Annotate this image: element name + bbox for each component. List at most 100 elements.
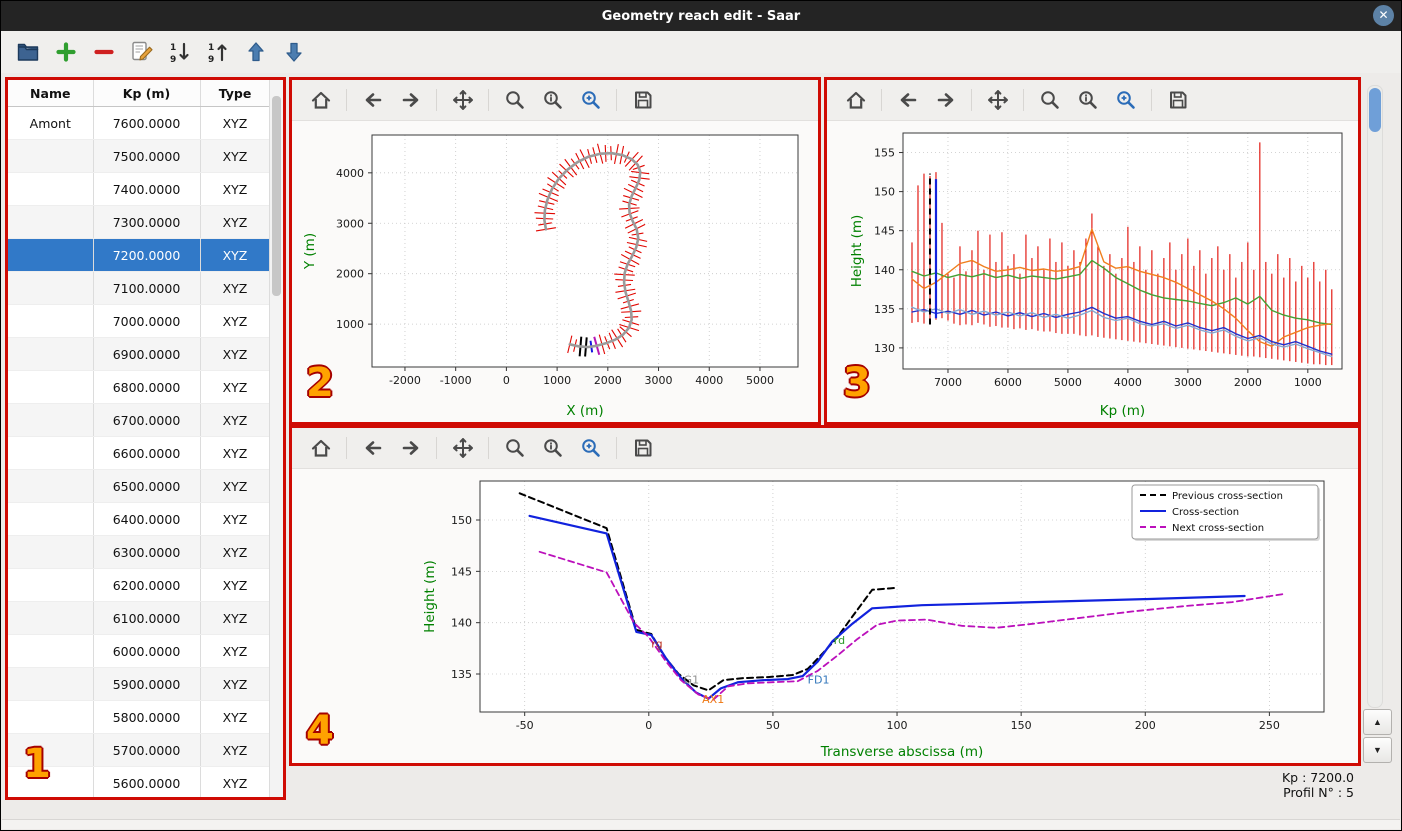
cell-kp[interactable]: 6100.0000 [93, 601, 201, 635]
plot-save-button[interactable] [630, 88, 655, 113]
plot-zoom-info-button[interactable] [540, 88, 565, 113]
table-row[interactable]: 6700.0000 XYZ [8, 403, 271, 437]
move-down-button[interactable] [280, 39, 307, 66]
cell-name[interactable] [8, 601, 94, 635]
cell-kp[interactable]: 6700.0000 [93, 403, 201, 437]
cell-kp[interactable]: 6500.0000 [93, 469, 201, 503]
table-row[interactable]: Amont 7600.0000 XYZ [8, 106, 271, 140]
cell-type[interactable]: XYZ [200, 403, 271, 437]
cell-kp[interactable]: 6600.0000 [93, 436, 201, 470]
table-row[interactable]: 6900.0000 XYZ [8, 337, 271, 371]
cell-name[interactable] [8, 568, 94, 602]
sort-descending-button[interactable]: 1 9 [204, 39, 231, 66]
plot-save-button[interactable] [1165, 88, 1190, 113]
table-row[interactable]: 7500.0000 XYZ [8, 139, 271, 173]
cell-type[interactable]: XYZ [200, 469, 271, 503]
edit-button[interactable] [128, 39, 155, 66]
long-profile-plot[interactable]: 7000 6000 5000 4000 3000 2000 1000 130 135 140 145… [827, 121, 1358, 423]
cell-name[interactable]: Amont [8, 106, 94, 140]
plot-home-button[interactable] [308, 88, 333, 113]
plot-zoom-rect-button[interactable] [578, 88, 603, 113]
cell-kp[interactable]: 6000.0000 [93, 634, 201, 668]
cell-kp[interactable]: 5600.0000 [93, 766, 201, 797]
cell-kp[interactable]: 7500.0000 [93, 139, 201, 173]
plot-back-button[interactable] [360, 88, 385, 113]
table-row[interactable]: 5500.0000XYZ [8, 800, 270, 801]
plot-pan-button[interactable] [450, 436, 475, 461]
cell-type[interactable]: XYZ [200, 766, 271, 797]
cell-type[interactable]: XYZ [200, 800, 270, 801]
cell-kp[interactable]: 6800.0000 [93, 370, 201, 404]
window-scrollbar-thumb[interactable] [1369, 88, 1381, 132]
cell-kp[interactable]: 5900.0000 [93, 667, 201, 701]
cell-kp[interactable]: 6900.0000 [93, 337, 201, 371]
cell-type[interactable]: XYZ [200, 106, 271, 140]
cell-name[interactable] [8, 469, 94, 503]
table-row[interactable]: 6600.0000 XYZ [8, 436, 271, 470]
cell-kp[interactable]: 7600.0000 [93, 106, 201, 140]
cell-name[interactable] [8, 634, 94, 668]
cell-type[interactable]: XYZ [200, 370, 271, 404]
table-scrollbar[interactable] [269, 80, 283, 797]
cell-name[interactable] [8, 139, 94, 173]
plot-forward-button[interactable] [398, 436, 423, 461]
cell-name[interactable] [8, 502, 94, 536]
cell-name[interactable] [8, 304, 94, 338]
cell-kp[interactable]: 7300.0000 [93, 205, 201, 239]
cell-kp[interactable]: 6300.0000 [93, 535, 201, 569]
cell-kp[interactable]: 6400.0000 [93, 502, 201, 536]
cell-name[interactable] [8, 800, 93, 801]
plot-pan-button[interactable] [450, 88, 475, 113]
plot-back-button[interactable] [360, 436, 385, 461]
open-button[interactable] [14, 39, 41, 66]
cell-name[interactable] [8, 700, 94, 734]
table-row[interactable]: 7200.0000 XYZ [8, 238, 271, 272]
cell-name[interactable] [8, 535, 94, 569]
cell-type[interactable]: XYZ [200, 601, 271, 635]
cell-type[interactable]: XYZ [200, 238, 271, 272]
cell-type[interactable]: XYZ [200, 700, 271, 734]
cell-name[interactable] [8, 172, 94, 206]
delete-button[interactable] [90, 39, 117, 66]
cell-name[interactable] [8, 403, 94, 437]
table-row[interactable]: 6500.0000 XYZ [8, 469, 271, 503]
table-row[interactable]: 7300.0000 XYZ [8, 205, 271, 239]
profile-down-button[interactable]: ▼ [1363, 737, 1392, 763]
cell-type[interactable]: XYZ [200, 139, 271, 173]
table-row[interactable]: 5800.0000 XYZ [8, 700, 271, 734]
table-row[interactable]: 6200.0000 XYZ [8, 568, 271, 602]
table-row[interactable]: 6400.0000 XYZ [8, 502, 271, 536]
table-row[interactable]: 7000.0000 XYZ [8, 304, 271, 338]
cell-kp[interactable]: 5800.0000 [93, 700, 201, 734]
cell-kp[interactable]: 7200.0000 [93, 238, 201, 272]
plot-back-button[interactable] [895, 88, 920, 113]
add-button[interactable] [52, 39, 79, 66]
cell-name[interactable] [8, 667, 94, 701]
cell-type[interactable]: XYZ [200, 337, 271, 371]
titlebar[interactable]: Geometry reach edit - Saar ✕ [1, 1, 1401, 31]
cell-type[interactable]: XYZ [200, 436, 271, 470]
cell-name[interactable] [8, 370, 94, 404]
sort-ascending-button[interactable]: 1 9 [166, 39, 193, 66]
table-row[interactable]: 5900.0000 XYZ [8, 667, 271, 701]
close-button[interactable]: ✕ [1373, 5, 1394, 26]
plan-view-plot[interactable]: -2000 -1000 0 1000 2000 3000 4000 5000 1000 2000 3… [292, 121, 818, 423]
cell-type[interactable]: XYZ [200, 172, 271, 206]
plot-forward-button[interactable] [933, 88, 958, 113]
cell-kp[interactable]: 5500.0000 [93, 800, 200, 801]
cell-name[interactable] [8, 238, 94, 272]
plot-save-button[interactable] [630, 436, 655, 461]
column-header-kp[interactable]: Kp (m) [93, 80, 201, 107]
plot-home-button[interactable] [843, 88, 868, 113]
cell-type[interactable]: XYZ [200, 634, 271, 668]
cell-kp[interactable]: 7000.0000 [93, 304, 201, 338]
plot-home-button[interactable] [308, 436, 333, 461]
plot-zoom-button[interactable] [1037, 88, 1062, 113]
table-row[interactable]: 7100.0000 XYZ [8, 271, 271, 305]
plot-zoom-button[interactable] [502, 436, 527, 461]
column-header-type[interactable]: Type [200, 80, 271, 107]
cell-type[interactable]: XYZ [200, 271, 271, 305]
cell-name[interactable] [8, 436, 94, 470]
cross-section-plot[interactable]: -50 0 50 100 150 200 250 135 140 145 150 Transverse… [292, 469, 1358, 764]
cell-type[interactable]: XYZ [200, 568, 271, 602]
